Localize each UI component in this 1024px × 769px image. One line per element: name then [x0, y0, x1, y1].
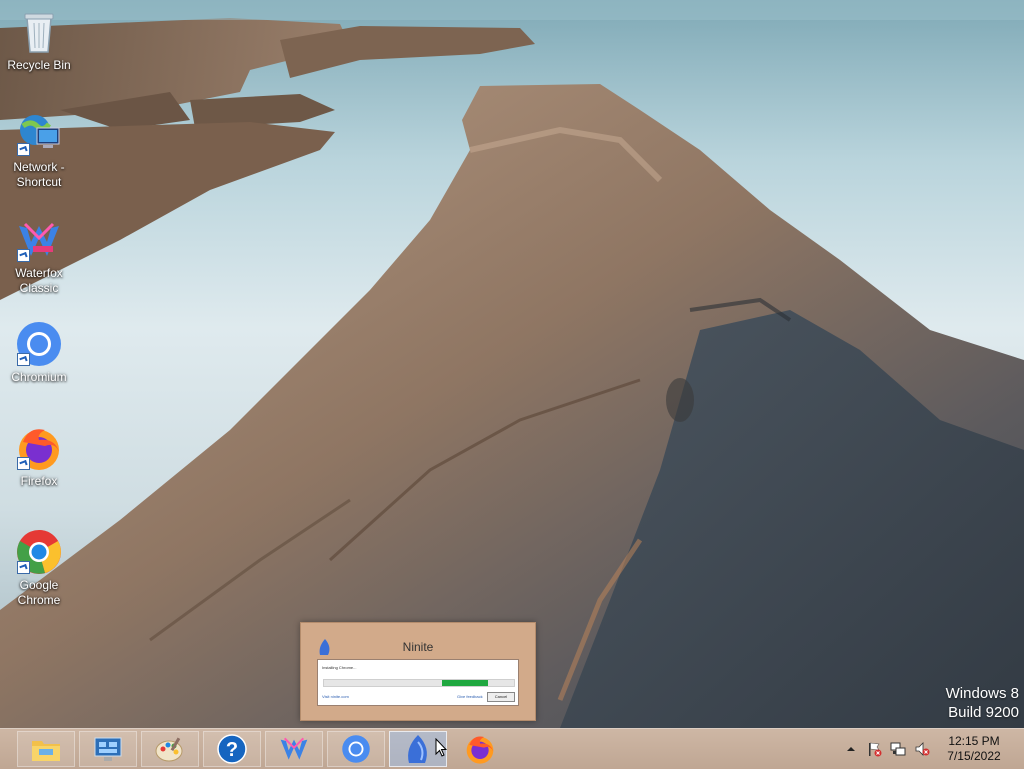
- ninite-status-text: Installing Chrome...: [322, 665, 357, 670]
- ninite-feedback-link[interactable]: Give feedback: [457, 694, 483, 699]
- ninite-cancel-button[interactable]: Cancel: [487, 692, 515, 702]
- taskbar-button-control-panel[interactable]: [79, 731, 137, 767]
- shortcut-arrow-icon: [17, 143, 30, 156]
- taskbar-button-waterfox[interactable]: [265, 731, 323, 767]
- desktop-icon-label: Firefox: [20, 474, 58, 488]
- chrome-icon: [15, 528, 63, 576]
- desktop-icon-google-chrome[interactable]: Google Chrome: [1, 528, 77, 608]
- desktop-icon-recycle-bin[interactable]: Recycle Bin: [1, 8, 77, 73]
- recycle-bin-icon: [15, 8, 63, 56]
- watermark-build: Build 9200: [948, 704, 1019, 721]
- action-center-flag-icon[interactable]: [866, 741, 882, 757]
- clock-date: 7/15/2022: [947, 749, 1001, 763]
- desktop-icon-chromium[interactable]: Chromium: [1, 320, 77, 385]
- desktop-icon-label: Network - Shortcut: [13, 160, 65, 189]
- taskbar-button-file-explorer[interactable]: [17, 731, 75, 767]
- desktop-icon-network-shortcut[interactable]: Network - Shortcut: [1, 110, 77, 190]
- firefox-icon: [15, 424, 63, 472]
- desktop-icon-label: Recycle Bin: [7, 58, 71, 72]
- taskbar-button-firefox[interactable]: [451, 731, 509, 767]
- mouse-cursor-icon: [435, 738, 447, 757]
- desktop-icon-label: Waterfox Classic: [15, 266, 63, 295]
- shortcut-arrow-icon: [17, 353, 30, 366]
- taskbar-button-help[interactable]: ?: [203, 731, 261, 767]
- ninite-icon: [408, 735, 427, 763]
- ninite-client-area: Installing Chrome... Visit ninite.com Gi…: [317, 659, 519, 706]
- desktop-icon-label: Chromium: [11, 370, 67, 384]
- svg-text:?: ?: [226, 739, 238, 761]
- show-hidden-icons-chevron[interactable]: [843, 741, 859, 757]
- network-icon: [15, 110, 63, 158]
- clock-time: 12:15 PM: [948, 734, 1000, 748]
- ninite-visit-link[interactable]: Visit ninite.com: [322, 694, 349, 699]
- firefox-icon: [466, 736, 494, 764]
- desktop-icon-waterfox-classic[interactable]: Waterfox Classic: [1, 216, 77, 296]
- ninite-progress-fill: [442, 680, 488, 686]
- taskbar: ? 12:15 PM 7/15/2022: [0, 728, 1024, 769]
- chromium-icon: [342, 735, 370, 763]
- volume-muted-icon[interactable]: [914, 741, 930, 757]
- folder-icon: [32, 741, 60, 761]
- shortcut-arrow-icon: [17, 561, 30, 574]
- taskbar-button-paint[interactable]: [141, 731, 199, 767]
- shortcut-arrow-icon: [17, 249, 30, 262]
- paint-palette-icon: [155, 737, 183, 762]
- chromium-icon: [15, 320, 63, 368]
- desktop-icon-label: Google Chrome: [17, 578, 61, 607]
- taskbar-clock[interactable]: 12:15 PM 7/15/2022: [938, 734, 1010, 764]
- desktop-wallpaper: [0, 0, 1024, 728]
- waterfox-icon: [280, 737, 308, 760]
- waterfox-icon: [15, 216, 63, 264]
- network-status-icon[interactable]: [890, 741, 906, 757]
- ninite-window[interactable]: Ninite Installing Chrome... Visit ninite…: [300, 622, 536, 721]
- control-panel-icon: [94, 737, 122, 761]
- help-icon: ?: [217, 734, 247, 764]
- ninite-window-title: Ninite: [402, 640, 434, 654]
- taskbar-button-chromium[interactable]: [327, 731, 385, 767]
- windows-build-watermark: Windows 8 Build 9200: [946, 684, 1019, 722]
- desktop-icon-firefox[interactable]: Firefox: [1, 424, 77, 489]
- watermark-os-name: Windows 8: [945, 685, 1019, 702]
- shortcut-arrow-icon: [17, 457, 30, 470]
- ninite-progress-bar: [323, 679, 515, 687]
